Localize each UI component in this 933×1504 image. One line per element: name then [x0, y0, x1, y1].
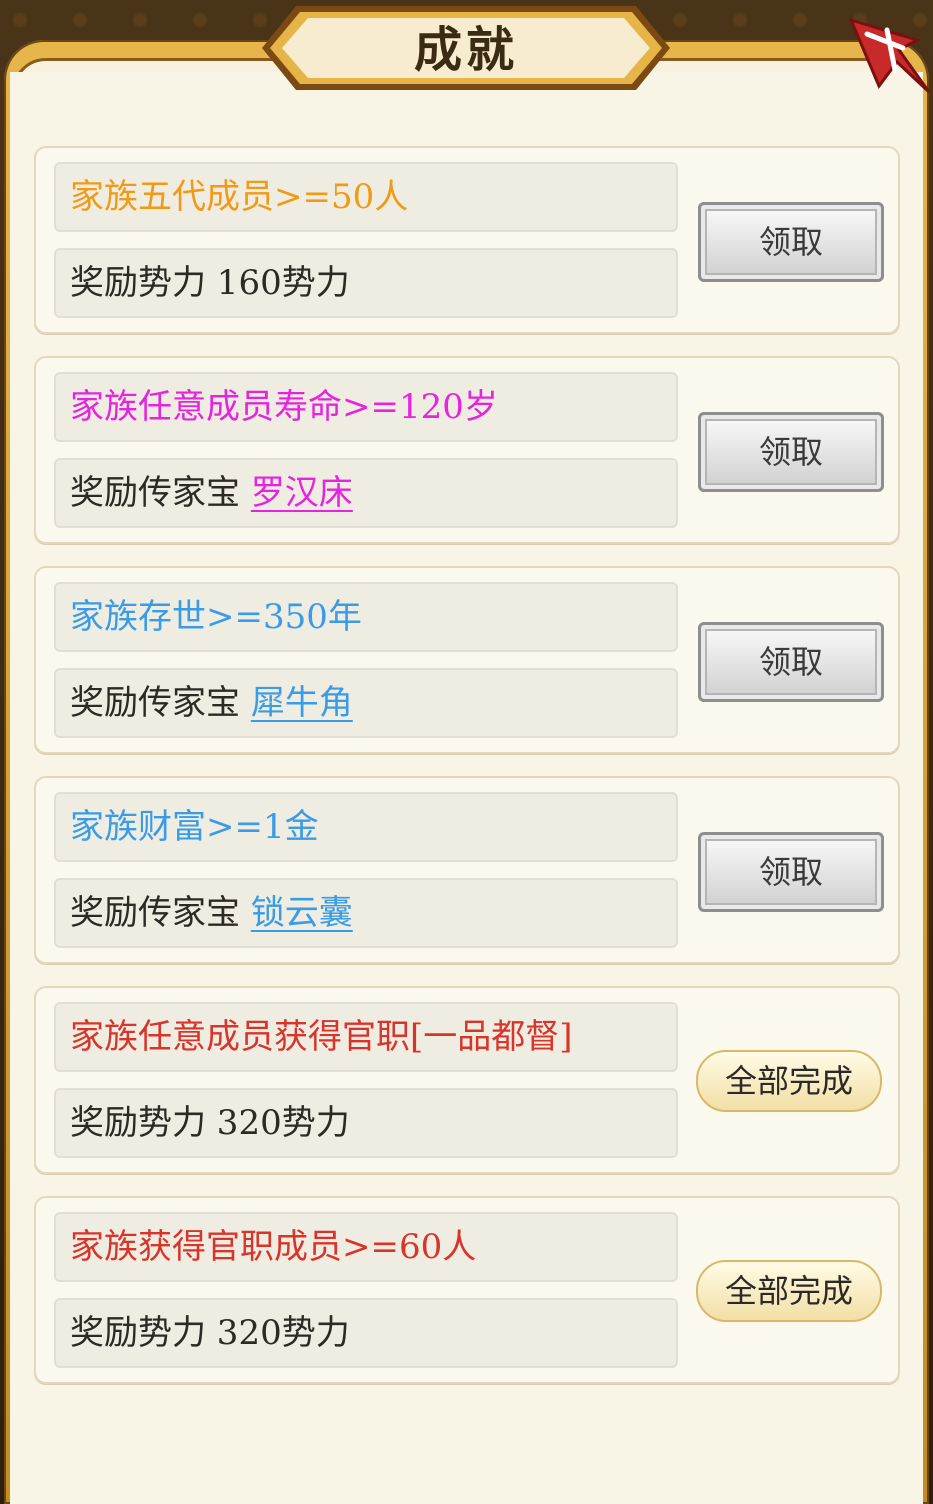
reward-label: 奖励势力 320势力 [70, 1103, 350, 1143]
achievement-card: 家族五代成员>=50人奖励势力 160势力 领取 [34, 146, 900, 334]
completed-badge: 全部完成 [696, 1260, 882, 1322]
achievement-card: 家族任意成员获得官职[一品都督] 奖励势力 320势力 全部完成 [34, 986, 900, 1174]
achievement-condition: 家族任意成员寿命>=120岁 [54, 372, 678, 442]
achievement-condition: 家族财富>=1金 [54, 792, 678, 862]
close-icon [848, 17, 931, 94]
achievement-reward: 奖励传家宝 犀牛角 [54, 668, 678, 738]
achievement-reward: 奖励势力 320势力 [54, 1088, 678, 1158]
claim-button[interactable]: 领取 [698, 622, 884, 702]
heirloom-item-link[interactable]: 罗汉床 [251, 473, 353, 513]
achievement-condition: 家族五代成员>=50人 [54, 162, 678, 232]
reward-label: 奖励传家宝 [70, 683, 251, 723]
achievement-reward: 奖励势力 160势力 [54, 248, 678, 318]
claim-button[interactable]: 领取 [698, 832, 884, 912]
close-button[interactable] [837, 0, 933, 100]
reward-label: 奖励势力 320势力 [70, 1313, 350, 1353]
achievement-condition: 家族存世>=350年 [54, 582, 678, 652]
title-banner: 成就 [252, 0, 680, 96]
achievement-condition: 家族任意成员获得官职[一品都督] [54, 1002, 678, 1072]
achievement-card: 家族财富>=1金 奖励传家宝 锁云囊 领取 [34, 776, 900, 964]
achievement-reward: 奖励传家宝 锁云囊 [54, 878, 678, 948]
achievement-reward: 奖励势力 320势力 [54, 1298, 678, 1368]
reward-label: 奖励势力 160势力 [70, 263, 350, 303]
achievement-card: 家族存世>=350年 奖励传家宝 犀牛角 领取 [34, 566, 900, 754]
achievement-card: 家族获得官职成员>=60人奖励势力 320势力 全部完成 [34, 1196, 900, 1384]
completed-badge: 全部完成 [696, 1050, 882, 1112]
achievement-reward: 奖励传家宝 罗汉床 [54, 458, 678, 528]
page-title: 成就 [413, 22, 518, 78]
achievement-condition: 家族获得官职成员>=60人 [54, 1212, 678, 1282]
claim-button[interactable]: 领取 [698, 202, 884, 282]
heirloom-item-link[interactable]: 锁云囊 [251, 893, 353, 933]
achievement-card: 家族任意成员寿命>=120岁 奖励传家宝 罗汉床 领取 [34, 356, 900, 544]
reward-label: 奖励传家宝 [70, 473, 251, 513]
heirloom-item-link[interactable]: 犀牛角 [251, 683, 353, 723]
claim-button[interactable]: 领取 [698, 412, 884, 492]
reward-label: 奖励传家宝 [70, 893, 251, 933]
